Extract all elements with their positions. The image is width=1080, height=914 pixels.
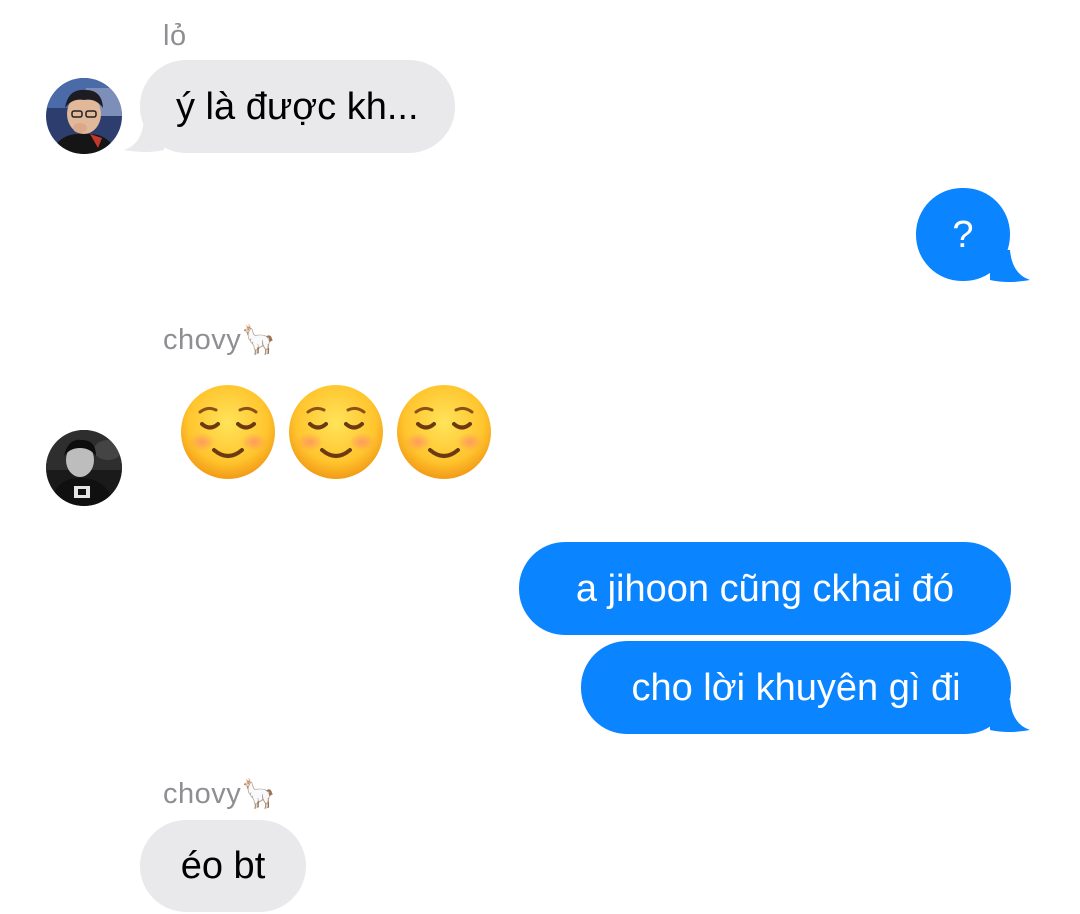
message-text: a jihoon cũng ckhai đó xyxy=(575,567,955,610)
message-text: ? xyxy=(952,213,974,256)
message-bubble[interactable]: cho lời khuyên gì đi xyxy=(581,641,1011,734)
emoji-message[interactable] xyxy=(176,384,496,480)
llama-icon: 🦙 xyxy=(241,777,277,810)
smiling-face-icon xyxy=(289,385,383,479)
sender-name: lỏ xyxy=(163,18,187,54)
message-text: éo bt xyxy=(180,845,266,887)
llama-icon: 🦙 xyxy=(241,323,277,356)
message-text: ý là được kh... xyxy=(176,85,419,128)
avatar[interactable] xyxy=(46,78,122,154)
smiling-face-icon-group xyxy=(181,385,491,479)
message-bubble[interactable]: éo bt xyxy=(140,820,306,912)
message-bubble[interactable]: a jihoon cũng ckhai đó xyxy=(519,542,1011,635)
sender-name-text: lỏ xyxy=(163,20,187,52)
sender-name-text: chovy xyxy=(163,778,242,810)
smiling-face-icon xyxy=(397,385,491,479)
avatar[interactable] xyxy=(46,430,122,506)
message-bubble[interactable]: ý là được kh... xyxy=(140,60,455,153)
sender-name-text: chovy xyxy=(163,324,242,356)
message-bubble[interactable]: ? xyxy=(916,188,1010,281)
sender-name: chovy🦙 xyxy=(163,776,277,812)
smiling-face-icon xyxy=(181,385,275,479)
message-text: cho lời khuyên gì đi xyxy=(631,666,961,709)
sender-name: chovy🦙 xyxy=(163,322,277,358)
